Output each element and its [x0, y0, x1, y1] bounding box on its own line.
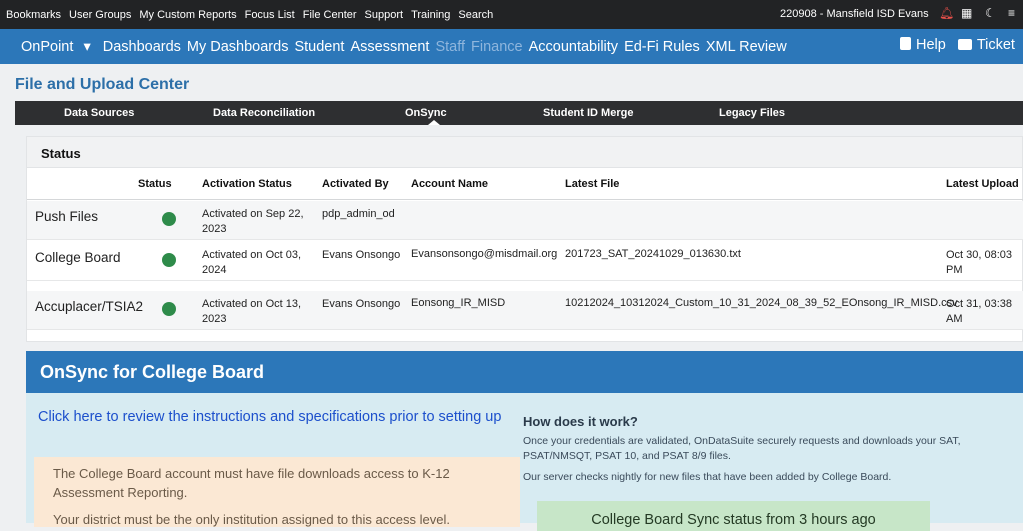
status-table-header: Status Activation Status Activated By Ac…: [27, 168, 1023, 200]
status-indicator: [162, 212, 176, 226]
source-name: Push Files: [35, 209, 99, 224]
menu-icon[interactable]: ≡: [1008, 6, 1015, 20]
activated-by: Evans Onsongo: [322, 298, 401, 310]
latest-upload: Oct 31, 03:38 AM: [946, 298, 1013, 325]
col-latest-upload: Latest Upload: [946, 178, 1019, 190]
nav-student[interactable]: Student: [294, 39, 344, 55]
requirements-notice: The College Board account must have file…: [34, 457, 520, 527]
latest-upload: Oct 30, 08:03 PM: [946, 249, 1013, 276]
ticket-button[interactable]: Ticket: [957, 37, 1021, 53]
my-custom-reports-link[interactable]: My Custom Reports: [139, 9, 236, 21]
tab-legacy-files[interactable]: Legacy Files: [719, 107, 785, 119]
nav-my-dashboards[interactable]: My Dashboards: [187, 39, 289, 55]
table-row[interactable]: Accuplacer/TSIA2 Activated on Oct 13, 20…: [27, 291, 1023, 330]
college-board-panel: OnSync for College Board Click here to r…: [26, 351, 1023, 531]
how-it-works-paragraph: Our server checks nightly for new files …: [523, 471, 892, 483]
activation-status: Activated on Oct 13, 2023: [202, 298, 302, 325]
instructions-link[interactable]: Click here to review the instructions an…: [38, 408, 518, 427]
active-tab-indicator: [428, 120, 440, 125]
nav-assessment[interactable]: Assessment: [350, 39, 429, 55]
status-panel: Status Status Activation Status Activate…: [26, 136, 1023, 342]
nav-staff[interactable]: Staff: [435, 39, 465, 55]
how-it-works-heading: How does it work?: [523, 414, 638, 429]
bell-icon[interactable]: 🔔︎: [939, 6, 954, 20]
activated-by: Evans Onsongo: [322, 249, 401, 261]
training-link[interactable]: Training: [411, 9, 450, 21]
bookmarks-link[interactable]: Bookmarks: [6, 9, 61, 21]
status-indicator: [162, 253, 176, 267]
nav-finance[interactable]: Finance: [471, 39, 523, 55]
nav-dashboards[interactable]: Dashboards: [103, 39, 181, 55]
requirement-item: Your district must be the only instituti…: [53, 512, 450, 527]
col-account-name: Account Name: [411, 178, 489, 190]
table-row[interactable]: College Board Activated on Oct 03, 2024 …: [27, 242, 1023, 281]
activation-status: Activated on Sep 22, 2023: [202, 208, 304, 235]
utility-links: Bookmarks User Groups My Custom Reports …: [0, 9, 501, 21]
nav-xml-review[interactable]: XML Review: [706, 39, 787, 55]
help-button[interactable]: Help: [900, 37, 952, 53]
nav-ed-fi-rules[interactable]: Ed-Fi Rules: [624, 39, 700, 55]
ticket-label: Ticket: [976, 37, 1015, 53]
caret-down-icon: ▾: [83, 38, 91, 55]
focus-list-link[interactable]: Focus List: [245, 9, 295, 21]
book-icon: [900, 37, 911, 50]
account-name: Eonsong_IR_MISD: [411, 297, 506, 309]
sync-status-box: College Board Sync status from 3 hours a…: [537, 501, 930, 531]
calendar-icon[interactable]: ▦: [961, 6, 972, 20]
file-center-link[interactable]: File Center: [303, 9, 357, 21]
moon-icon[interactable]: ☾: [985, 6, 996, 20]
main-nav: OnPoint ▾ Dashboards My Dashboards Stude…: [0, 29, 1023, 64]
onpoint-menu[interactable]: OnPoint ▾: [21, 39, 97, 55]
tab-onsync[interactable]: OnSync: [405, 107, 447, 119]
help-label: Help: [916, 37, 946, 53]
table-row[interactable]: Push Files Activated on Sep 22, 2023 pdp…: [27, 201, 1023, 240]
nav-accountability[interactable]: Accountability: [529, 39, 618, 55]
col-status: Status: [138, 178, 172, 190]
top-utility-bar: Bookmarks User Groups My Custom Reports …: [0, 0, 1023, 29]
how-it-works-paragraph: Once your credentials are validated, OnD…: [523, 435, 961, 462]
tab-student-id-merge[interactable]: Student ID Merge: [543, 107, 633, 119]
status-panel-title: Status: [27, 137, 1022, 168]
activated-by: pdp_admin_od: [322, 208, 395, 220]
source-name: Accuplacer/TSIA2: [35, 299, 144, 314]
requirement-item: The College Board account must have file…: [53, 466, 450, 500]
activation-status: Activated on Oct 03, 2024: [202, 249, 302, 276]
tab-data-reconciliation[interactable]: Data Reconciliation: [213, 107, 315, 119]
how-it-works-text: Once your credentials are validated, OnD…: [523, 434, 1003, 491]
source-name: College Board: [35, 250, 121, 265]
ticket-icon: [957, 39, 972, 50]
nav-right: Help Ticket: [900, 37, 1023, 53]
col-latest-file: Latest File: [565, 178, 620, 190]
status-indicator: [162, 302, 176, 316]
latest-file: 201723_SAT_20241029_013630.txt: [565, 248, 741, 260]
user-district-label[interactable]: 220908 - Mansfield ISD Evans: [780, 8, 929, 20]
account-name: Evansonsongo@misdmail.org: [411, 248, 558, 260]
user-groups-link[interactable]: User Groups: [69, 9, 131, 21]
college-board-panel-title: OnSync for College Board: [26, 351, 1023, 393]
support-link[interactable]: Support: [365, 9, 404, 21]
page-title: File and Upload Center: [15, 76, 190, 93]
search-link[interactable]: Search: [458, 9, 493, 21]
file-center-tabs: Data Sources Data Reconciliation OnSync …: [15, 101, 1023, 125]
latest-file: 10212024_10312024_Custom_10_31_2024_08_3…: [565, 297, 958, 309]
col-activation-status: Activation Status: [202, 178, 292, 190]
col-activated-by: Activated By: [322, 178, 389, 190]
tab-data-sources[interactable]: Data Sources: [64, 107, 134, 119]
onpoint-label: OnPoint: [21, 38, 74, 55]
